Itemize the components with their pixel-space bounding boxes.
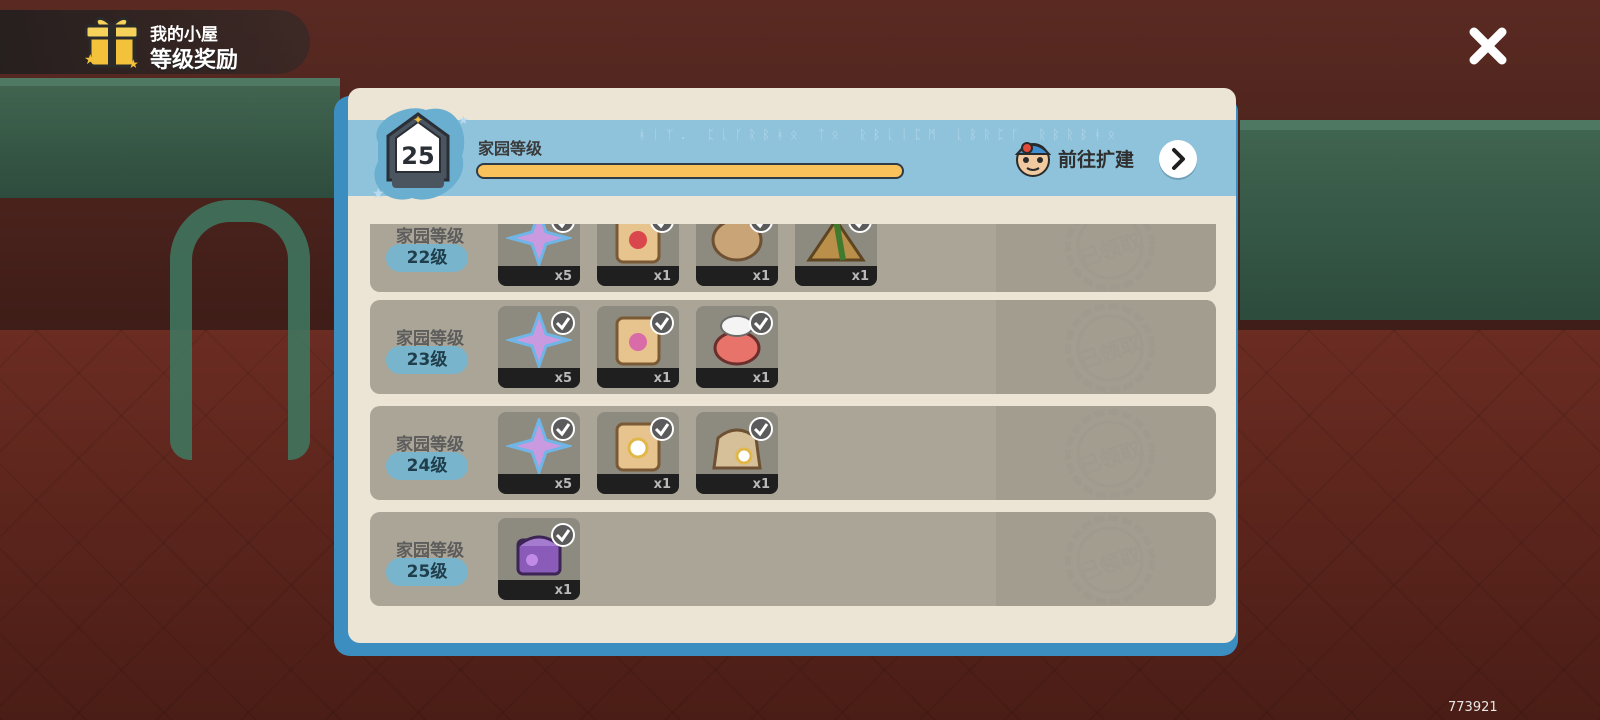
- claimed-check-icon: [650, 224, 674, 233]
- claimed-check-icon: [551, 523, 575, 547]
- item-count: x1: [752, 269, 770, 284]
- row-level-pill: 22级: [386, 244, 468, 272]
- builder-avatar-icon: [1014, 142, 1052, 177]
- svg-text:★: ★: [372, 186, 385, 202]
- reward-row-23: 家园等级 23级 x5 x1 x1 已领取: [370, 300, 1216, 394]
- claimed-check-icon: [848, 224, 872, 233]
- watermark-text: 773921: [1448, 700, 1498, 715]
- go-expand-arrow-icon[interactable]: [1159, 140, 1197, 178]
- claimed-check-icon: [551, 311, 575, 335]
- claimed-check-icon: [551, 417, 575, 441]
- close-icon[interactable]: [1466, 24, 1510, 68]
- claimed-check-icon: [749, 311, 773, 335]
- claimed-check-icon: [749, 224, 773, 233]
- background-wainscot-right: [1240, 120, 1600, 320]
- claimed-check-icon: [749, 417, 773, 441]
- item-count: x5: [554, 371, 572, 386]
- claimed-check-icon: [650, 311, 674, 335]
- reward-row-24: 家园等级 24级 x5 x1 x1 已领取: [370, 406, 1216, 500]
- reward-panel: ᚼᛁᛉ. ᛈᚳᚴᚱᛒᚼᛟ ᛏᛟ ᚱᛒᚳᛁᛈᛗ ᚳᛒᚱᛈᚴ ᚱᛒᚱᛒᚼᛟ 25 ✦…: [348, 88, 1236, 643]
- item-count: x5: [554, 269, 572, 284]
- reward-list[interactable]: 家园等级 22级 x5 x1 x1 x1 已领取 家园等级 23级 x5 x1 …: [348, 224, 1236, 636]
- row-level-pill: 24级: [386, 452, 468, 480]
- item-count: x1: [554, 583, 572, 598]
- go-expand-label[interactable]: 前往扩建: [1058, 145, 1134, 172]
- item-count: x1: [653, 477, 671, 492]
- row-level-pill: 23级: [386, 346, 468, 374]
- claimed-stamp: 已领取: [1050, 514, 1170, 606]
- reward-item[interactable]: x1: [795, 224, 877, 286]
- reward-item[interactable]: x1: [498, 518, 580, 600]
- svg-text:★: ★: [84, 52, 97, 68]
- home-level-label: 家园等级: [478, 139, 543, 158]
- reward-item[interactable]: x1: [696, 412, 778, 494]
- level-progress-fill: [478, 165, 902, 177]
- page-title: 等级奖励: [150, 48, 239, 73]
- reward-item[interactable]: x5: [498, 306, 580, 388]
- reward-item[interactable]: x5: [498, 224, 580, 286]
- gift-icon: ★ ★: [84, 17, 140, 70]
- item-count: x1: [851, 269, 869, 284]
- background-railing: [170, 200, 310, 460]
- level-progress-bar: [476, 163, 904, 179]
- claimed-stamp: 已领取: [1050, 408, 1170, 500]
- item-count: x1: [752, 477, 770, 492]
- reward-item[interactable]: x1: [597, 306, 679, 388]
- svg-text:★: ★: [458, 113, 469, 127]
- item-count: x5: [554, 477, 572, 492]
- reward-row-25: 家园等级 25级 x1 已领取: [370, 512, 1216, 606]
- claimed-stamp: 已领取: [1050, 224, 1170, 292]
- reward-item[interactable]: x1: [696, 306, 778, 388]
- item-count: x1: [752, 371, 770, 386]
- svg-text:✦: ✦: [413, 113, 423, 127]
- background-wainscot-left: [0, 78, 340, 198]
- claimed-check-icon: [650, 417, 674, 441]
- reward-item[interactable]: x1: [597, 412, 679, 494]
- home-level-badge: 25 ✦ ★ ★: [372, 108, 469, 202]
- row-level-pill: 25级: [386, 558, 468, 586]
- reward-row-22: 家园等级 22级 x5 x1 x1 x1 已领取: [370, 224, 1216, 292]
- item-count: x1: [653, 371, 671, 386]
- reward-item[interactable]: x1: [696, 224, 778, 286]
- reward-item[interactable]: x1: [597, 224, 679, 286]
- svg-text:★: ★: [128, 57, 139, 70]
- claimed-stamp: 已领取: [1050, 302, 1170, 394]
- level-badge-number: 25: [401, 142, 434, 170]
- reward-item[interactable]: x5: [498, 412, 580, 494]
- item-count: x1: [653, 269, 671, 284]
- claimed-check-icon: [551, 224, 575, 233]
